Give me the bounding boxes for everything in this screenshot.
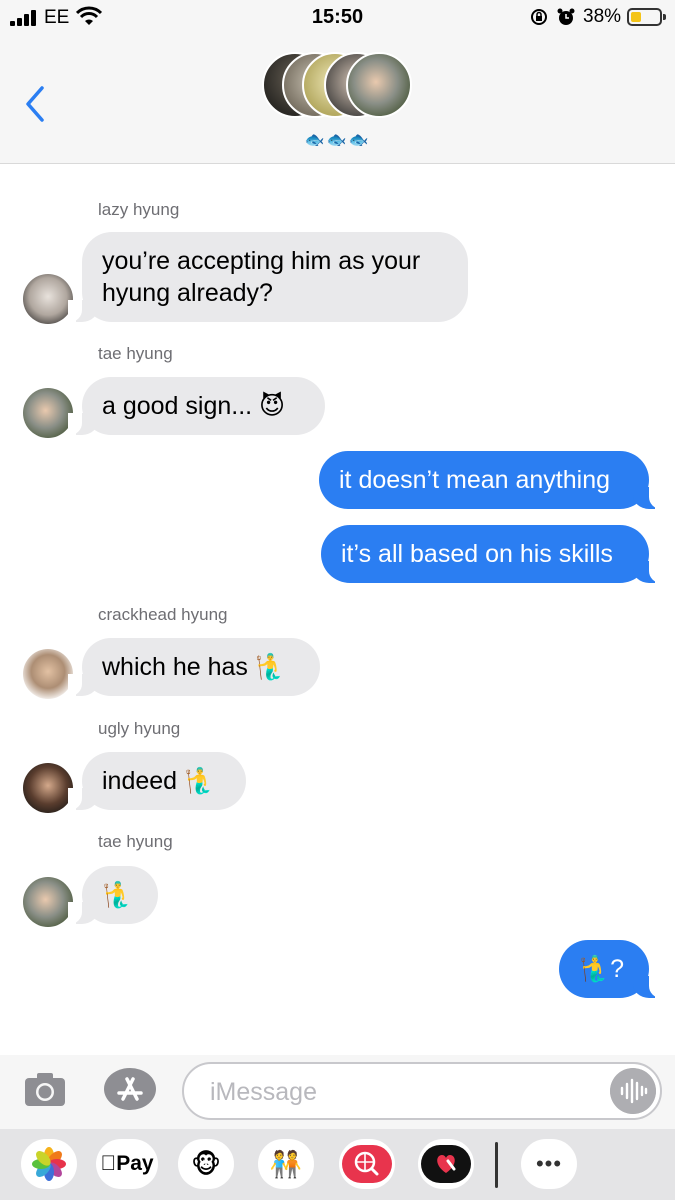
animoji-button[interactable]: 🐵 [178,1139,234,1189]
outgoing-message[interactable]: it doesn’t mean anything [319,451,663,509]
memoji-button[interactable]: 🧑‍🤝‍🧑 [258,1139,314,1189]
app-store-icon[interactable] [103,1067,157,1111]
outgoing-message[interactable]: 🧜‍♂️? [559,940,663,998]
apple-pay-button[interactable]: Pay [96,1139,158,1189]
camera-icon[interactable] [24,1071,66,1107]
message-placeholder: iMessage [210,1078,317,1106]
message-text: you’re accepting him as your hyung alrea… [102,247,421,307]
alarm-icon [557,8,575,25]
battery-percent: 38% [583,6,622,27]
avatar[interactable] [23,388,73,438]
heart-touch-icon [421,1145,471,1183]
avatar[interactable] [23,274,73,324]
composer-bar: iMessage [0,1055,675,1129]
sender-name: crackhead hyung [98,605,228,624]
app-drawer: Pay 🐵 🧑‍🤝‍🧑 ••• [0,1129,675,1200]
incoming-message[interactable]: 🧜‍♂️ [68,866,158,924]
avatar[interactable] [23,649,73,699]
message-thread[interactable]: lazy hyung you’re accepting him as your … [0,164,675,1054]
message-input[interactable]: iMessage [182,1062,662,1120]
conversation-header: 🐟🐟🐟 [0,34,675,164]
message-text: it doesn’t mean anything [339,466,611,494]
photos-app-button[interactable] [21,1139,77,1189]
incoming-message[interactable]: indeed 🧜‍♂️ [68,752,246,810]
incoming-message[interactable]: you’re accepting him as your hyung alrea… [68,232,468,322]
monkey-icon: 🐵 [190,1149,222,1179]
apple-logo-icon:  [100,1152,116,1175]
group-avatar [346,52,412,118]
message-text: a good sign... 😈 [102,392,286,420]
group-avatar-stack[interactable] [262,52,414,122]
ellipsis-icon: ••• [535,1151,563,1176]
status-bar: EE 15:50 38% [0,0,675,34]
photos-icon [32,1147,66,1181]
message-text: which he has 🧜‍♂️ [102,653,286,681]
more-apps-button[interactable]: ••• [521,1139,577,1189]
incoming-message[interactable]: which he has 🧜‍♂️ [68,638,320,696]
avatar[interactable] [23,763,73,813]
images-search-button[interactable] [339,1139,395,1189]
sender-name: tae hyung [98,344,173,363]
message-text: 🧜‍♂️? [579,955,625,983]
sender-name: tae hyung [98,832,173,851]
memoji-icon: 🧑‍🤝‍🧑 [269,1149,303,1179]
globe-search-icon [342,1145,392,1183]
avatar[interactable] [23,877,73,927]
apple-pay-label: Pay [108,1152,153,1175]
battery-icon [627,8,666,26]
outgoing-message[interactable]: it’s all based on his skills [321,525,663,583]
message-text: indeed 🧜‍♂️ [102,767,216,795]
message-text: it’s all based on his skills [341,540,613,568]
sender-name: ugly hyung [98,719,181,738]
drawer-divider [495,1142,498,1188]
sender-name: lazy hyung [98,200,180,219]
back-chevron-icon[interactable] [22,84,52,124]
rotation-lock-icon [531,9,547,25]
battery-fill [631,12,641,22]
message-text: 🧜‍♂️ [102,881,134,909]
audio-message-icon[interactable] [610,1068,656,1114]
group-name[interactable]: 🐟🐟🐟 [0,130,675,150]
digital-touch-button[interactable] [418,1139,474,1189]
incoming-message[interactable]: a good sign... 😈 [68,377,325,435]
